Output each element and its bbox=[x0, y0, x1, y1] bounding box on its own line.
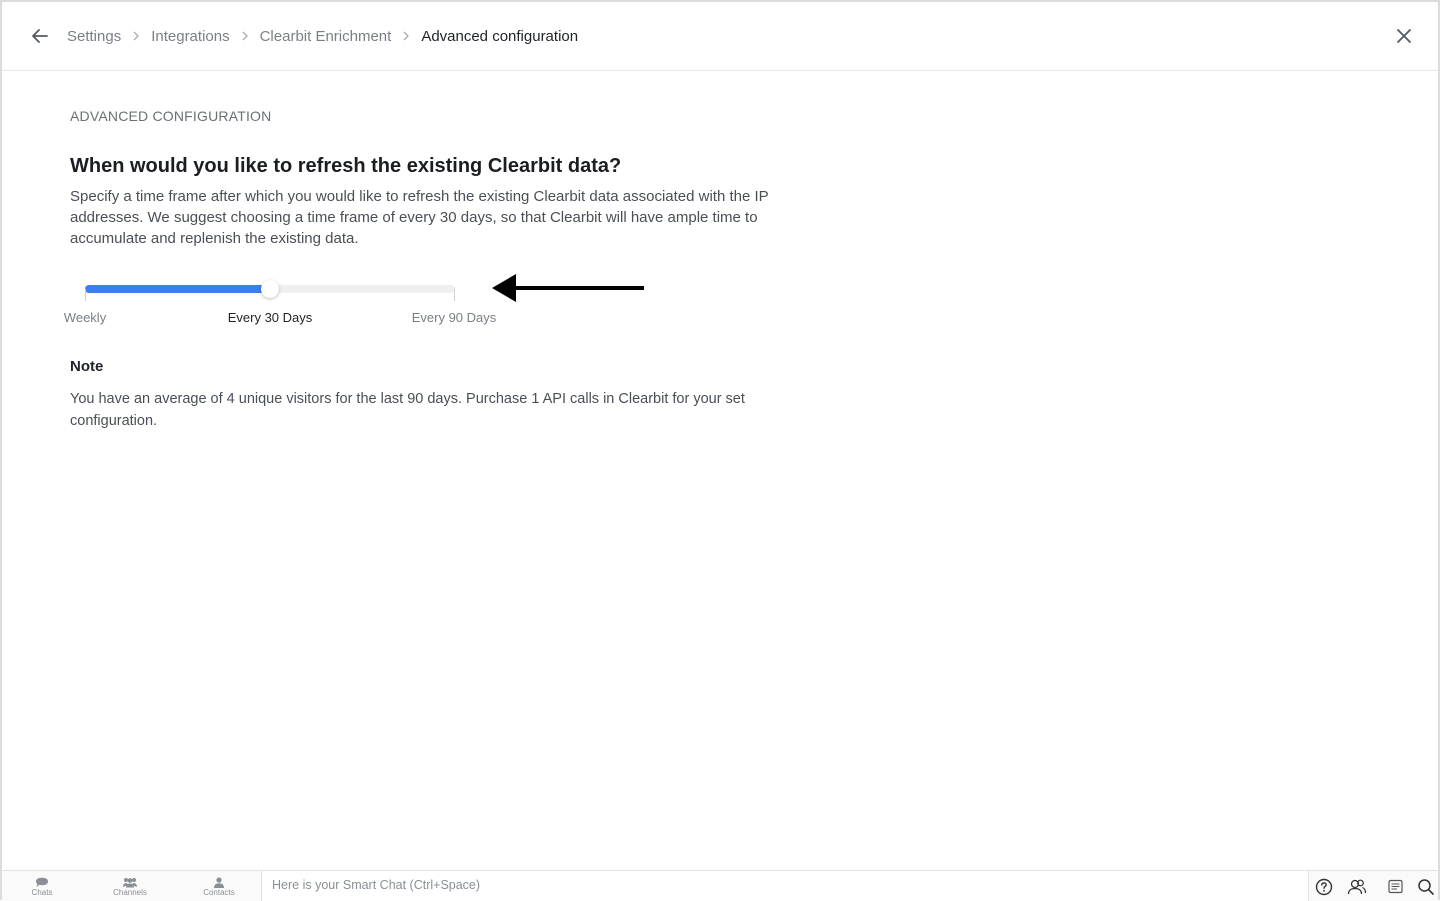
nav-chats-label: Chats bbox=[31, 888, 53, 897]
smart-chat-input[interactable] bbox=[262, 871, 1308, 899]
chevron-right-icon bbox=[402, 31, 410, 41]
search-icon[interactable] bbox=[1415, 876, 1437, 898]
notes-icon[interactable] bbox=[1385, 876, 1407, 898]
close-icon[interactable] bbox=[1392, 24, 1416, 48]
nav-channels[interactable]: Channels bbox=[90, 871, 170, 901]
slider-stop-weekly[interactable]: Weekly bbox=[64, 310, 106, 325]
breadcrumb-settings[interactable]: Settings bbox=[67, 28, 121, 45]
header: Settings Integrations Clearbit Enrichmen… bbox=[2, 2, 1438, 71]
help-icon[interactable] bbox=[1313, 876, 1335, 898]
channels-icon bbox=[123, 878, 137, 888]
breadcrumb-advanced-configuration: Advanced configuration bbox=[421, 27, 579, 45]
page-question-heading: When would you like to refresh the exist… bbox=[70, 155, 622, 177]
chevron-right-icon bbox=[241, 31, 249, 41]
nav-contacts-label: Contacts bbox=[203, 888, 235, 897]
annotation-arrow-icon bbox=[492, 274, 644, 302]
slider-stop-every-90-days[interactable]: Every 90 Days bbox=[412, 310, 497, 325]
slider-thumb[interactable] bbox=[261, 280, 279, 298]
chats-icon bbox=[36, 877, 48, 887]
nav-contacts[interactable]: Contacts bbox=[179, 871, 259, 901]
contacts-icon bbox=[214, 877, 224, 888]
nav-chats[interactable]: Chats bbox=[2, 871, 82, 901]
description-text: Specify a time frame after which you wou… bbox=[70, 188, 769, 247]
chevron-right-icon bbox=[132, 31, 140, 41]
back-arrow-icon[interactable] bbox=[28, 24, 52, 48]
breadcrumb: Settings Integrations Clearbit Enrichmen… bbox=[67, 2, 578, 70]
slider-tick bbox=[85, 289, 86, 301]
note-title: Note bbox=[70, 358, 104, 375]
slider-fill bbox=[85, 285, 270, 293]
breadcrumb-clearbit-enrichment[interactable]: Clearbit Enrichment bbox=[260, 28, 392, 45]
slider-tick bbox=[454, 289, 455, 301]
smart-chat-bar bbox=[261, 871, 1309, 901]
nav-channels-label: Channels bbox=[113, 888, 147, 897]
app-window bbox=[0, 0, 1440, 900]
breadcrumb-integrations[interactable]: Integrations bbox=[151, 28, 229, 45]
refresh-interval-slider[interactable]: Weekly Every 30 Days Every 90 Days bbox=[64, 276, 520, 332]
visitors-icon[interactable] bbox=[1346, 876, 1368, 898]
slider-stop-every-30-days[interactable]: Every 30 Days bbox=[228, 310, 313, 325]
bottom-bar: Chats Channels Contacts bbox=[2, 870, 1438, 901]
section-label: ADVANCED CONFIGURATION bbox=[70, 108, 272, 124]
note-text: You have an average of 4 unique visitors… bbox=[70, 391, 745, 429]
